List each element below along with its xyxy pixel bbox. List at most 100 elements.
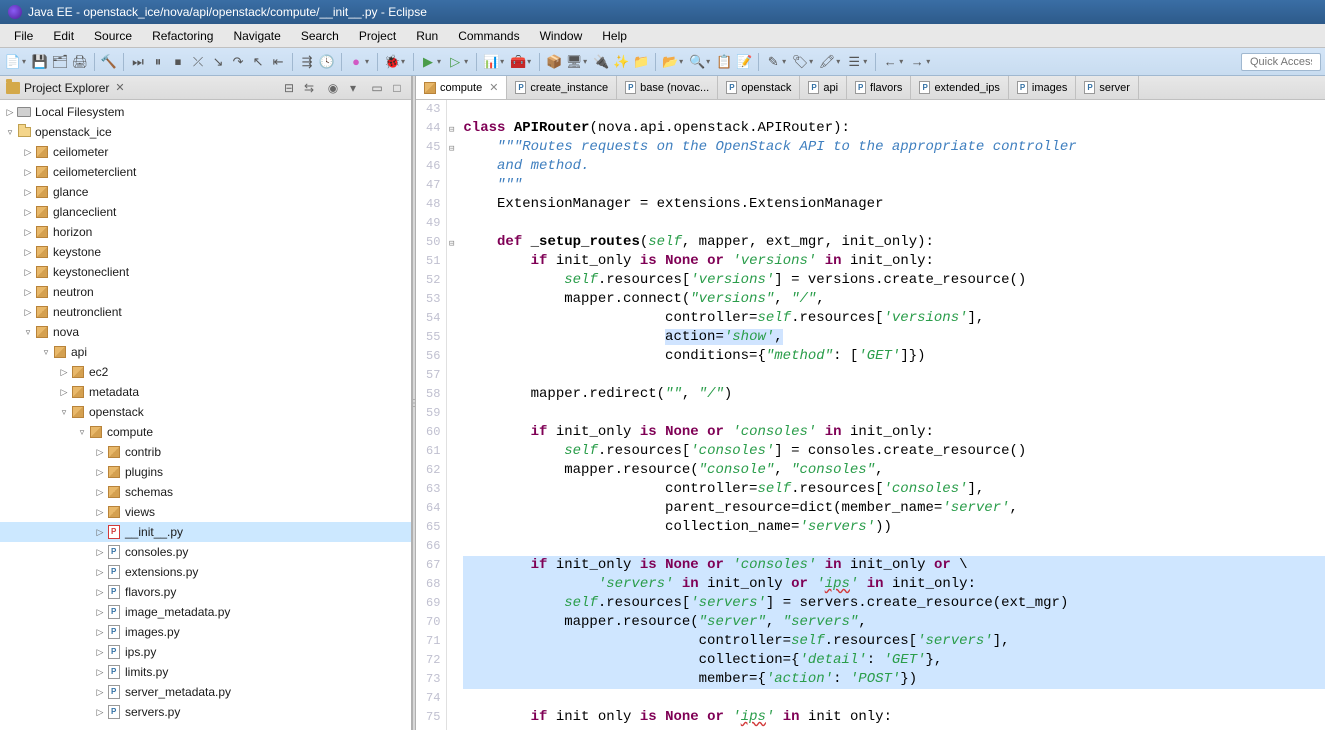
menu-edit[interactable]: Edit (43, 26, 84, 46)
code-content[interactable]: class APIRouter(nova.api.openstack.APIRo… (461, 100, 1325, 730)
code-line[interactable]: self.resources['consoles'] = consoles.cr… (463, 442, 1325, 461)
new-icon[interactable]: 📄 (4, 53, 22, 71)
highlight-icon[interactable]: 🖍 (818, 53, 836, 71)
tree-twisty[interactable]: ▷ (94, 467, 106, 478)
tree-twisty[interactable]: ▿ (22, 327, 34, 338)
drop-frame-icon[interactable]: ⇤ (269, 53, 287, 71)
tree-twisty[interactable]: ▷ (22, 187, 34, 198)
tree-twisty[interactable]: ▷ (94, 487, 106, 498)
editor-tab-extended-ips[interactable]: extended_ips (911, 76, 1008, 99)
tree-item-servers-py[interactable]: ▷servers.py (0, 702, 411, 722)
tree-item-image-metadata-py[interactable]: ▷image_metadata.py (0, 602, 411, 622)
step-over-icon[interactable]: ↷ (229, 53, 247, 71)
code-line[interactable]: self.resources['versions'] = versions.cr… (463, 271, 1325, 290)
code-line[interactable] (463, 366, 1325, 385)
build-icon[interactable]: 🔨 (100, 53, 118, 71)
tree-twisty[interactable]: ▷ (94, 507, 106, 518)
menu-run[interactable]: Run (406, 26, 448, 46)
focus-task-icon[interactable]: ◉ (325, 80, 341, 96)
code-line[interactable]: mapper.connect("versions", "/", (463, 290, 1325, 309)
quick-access-input[interactable] (1241, 53, 1321, 71)
collapse-all-icon[interactable]: ⊟ (281, 80, 297, 96)
disconnect-icon[interactable]: ⤫ (189, 53, 207, 71)
tree-twisty[interactable]: ▷ (94, 667, 106, 678)
code-line[interactable] (463, 537, 1325, 556)
tree-twisty[interactable]: ▷ (94, 527, 106, 538)
tree-twisty[interactable]: ▷ (22, 307, 34, 318)
code-line[interactable]: if init only is None or 'ips' in init on… (463, 708, 1325, 727)
marker-icon[interactable]: 🏷 (791, 53, 809, 71)
tree-item-neutronclient[interactable]: ▷neutronclient (0, 302, 411, 322)
tree-twisty[interactable]: ▷ (94, 567, 106, 578)
filter-icon[interactable]: ⇶ (298, 53, 316, 71)
annotation-icon[interactable]: ✎ (764, 53, 782, 71)
tree-item-ec2[interactable]: ▷ec2 (0, 362, 411, 382)
menu-project[interactable]: Project (349, 26, 406, 46)
package-icon[interactable]: 📦 (545, 53, 563, 71)
view-menu-icon[interactable]: ▾ (345, 80, 361, 96)
code-line[interactable]: controller=self.resources['versions'], (463, 309, 1325, 328)
code-line[interactable]: conditions={"method": ['GET']}) (463, 347, 1325, 366)
tree-item-glanceclient[interactable]: ▷glanceclient (0, 202, 411, 222)
tree-item-openstack[interactable]: ▿openstack (0, 402, 411, 422)
tree-twisty[interactable]: ▿ (40, 347, 52, 358)
tree-twisty[interactable]: ▷ (94, 607, 106, 618)
tree-twisty[interactable]: ▷ (94, 547, 106, 558)
explorer-close-icon[interactable]: ✕ (115, 81, 124, 94)
tree-item-keystoneclient[interactable]: ▷keystoneclient (0, 262, 411, 282)
tree-item-nova[interactable]: ▿nova (0, 322, 411, 342)
stop-icon[interactable]: ⏹ (169, 53, 187, 71)
code-line[interactable]: action='show', (463, 328, 1325, 347)
maximize-icon[interactable]: □ (389, 80, 405, 96)
code-line[interactable]: mapper.resource("console", "consoles", (463, 461, 1325, 480)
run-icon[interactable]: ▶ (419, 53, 437, 71)
menu-commands[interactable]: Commands (448, 26, 529, 46)
tree-twisty[interactable]: ▿ (58, 407, 70, 418)
tab-close-icon[interactable]: ✕ (489, 81, 498, 94)
tree-twisty[interactable]: ▷ (94, 447, 106, 458)
code-line[interactable]: collection={'detail': 'GET'}, (463, 651, 1325, 670)
tree-item-neutron[interactable]: ▷neutron (0, 282, 411, 302)
tree-item-glance[interactable]: ▷glance (0, 182, 411, 202)
tree-twisty[interactable]: ▷ (94, 687, 106, 698)
code-line[interactable]: if init_only is None or 'versions' in in… (463, 252, 1325, 271)
coverage-icon[interactable]: 📊 (482, 53, 500, 71)
code-line[interactable]: def _setup_routes(self, mapper, ext_mgr,… (463, 233, 1325, 252)
code-line[interactable]: self.resources['servers'] = servers.crea… (463, 594, 1325, 613)
new-wizard-icon[interactable]: ✨ (612, 53, 630, 71)
code-line[interactable]: and method. (463, 157, 1325, 176)
code-line[interactable]: if init_only is None or 'consoles' in in… (463, 556, 1325, 575)
editor-tab-api[interactable]: api (800, 76, 847, 99)
tree-twisty[interactable]: ▷ (94, 587, 106, 598)
tree-twisty[interactable]: ▷ (58, 367, 70, 378)
menu-navigate[interactable]: Navigate (223, 26, 290, 46)
code-line[interactable]: controller=self.resources['servers'], (463, 632, 1325, 651)
code-line[interactable]: ExtensionManager = extensions.ExtensionM… (463, 195, 1325, 214)
code-line[interactable]: mapper.redirect("", "/") (463, 385, 1325, 404)
open-type-icon[interactable]: 📂 (661, 53, 679, 71)
editor-tab-flavors[interactable]: flavors (847, 76, 911, 99)
forward-icon[interactable]: → (908, 53, 926, 71)
new-server-icon[interactable]: 🖥 (565, 53, 583, 71)
search-icon[interactable]: 🔍 (688, 53, 706, 71)
tree-item-ceilometer[interactable]: ▷ceilometer (0, 142, 411, 162)
tree-item-compute[interactable]: ▿compute (0, 422, 411, 442)
editor-tab-base--novac---[interactable]: base (novac... (617, 76, 718, 99)
editor-tab-server[interactable]: server (1076, 76, 1139, 99)
save-all-icon[interactable]: 🗂 (51, 53, 69, 71)
code-area[interactable]: 4344454647484950515253545556575859606162… (416, 100, 1325, 730)
ext-tools-icon[interactable]: 🧰 (509, 53, 527, 71)
tree-item-limits-py[interactable]: ▷limits.py (0, 662, 411, 682)
open-resource-icon[interactable]: 📋 (715, 53, 733, 71)
step-return-icon[interactable]: ↖ (249, 53, 267, 71)
tree-twisty[interactable]: ▷ (58, 387, 70, 398)
tree-item-metadata[interactable]: ▷metadata (0, 382, 411, 402)
code-line[interactable]: """Routes requests on the OpenStack API … (463, 138, 1325, 157)
code-line[interactable]: collection_name='servers')) (463, 518, 1325, 537)
code-line[interactable]: 'servers' in init_only or 'ips' in init_… (463, 575, 1325, 594)
editor-tab-openstack[interactable]: openstack (718, 76, 800, 99)
tree-twisty[interactable]: ▷ (94, 627, 106, 638)
tree-item-images-py[interactable]: ▷images.py (0, 622, 411, 642)
menu-source[interactable]: Source (84, 26, 142, 46)
code-line[interactable]: if init_only is None or 'consoles' in in… (463, 423, 1325, 442)
